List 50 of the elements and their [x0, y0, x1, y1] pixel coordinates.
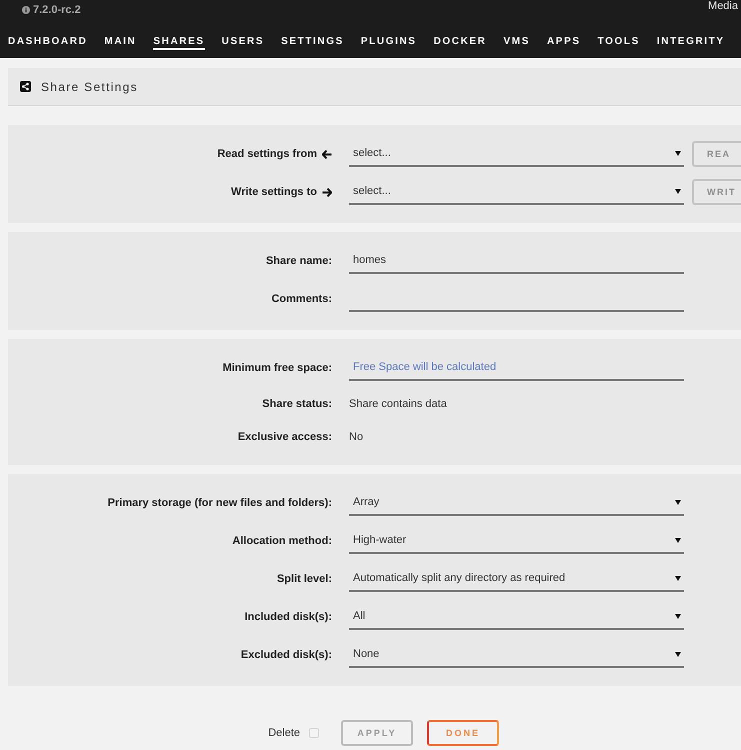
- dropdown-field[interactable]: None: [349, 642, 684, 668]
- dropdown-field[interactable]: select...: [349, 179, 684, 205]
- dropdown-field[interactable]: All: [349, 604, 684, 630]
- field-label: Excluded disk(s):: [240, 649, 332, 661]
- field-value: Share contains data: [349, 398, 447, 410]
- nav-tab[interactable]: MAIN: [104, 34, 136, 50]
- caret-icon: [675, 500, 681, 504]
- field-label: Exclusive access:: [238, 430, 332, 442]
- field-label: Split level:: [276, 573, 332, 585]
- nav-tab[interactable]: USERS: [222, 34, 264, 50]
- nav-tab[interactable]: APPS: [546, 34, 581, 50]
- nav-tab[interactable]: TOOLS: [598, 34, 640, 50]
- server-name: Media: [708, 0, 738, 12]
- caret-icon: [675, 150, 681, 156]
- field-label: Read settings from: [217, 148, 317, 160]
- caret-icon: [675, 538, 681, 542]
- nav-tab[interactable]: SHARES: [153, 34, 205, 50]
- field-label: Primary storage (for new files and folders):: [108, 497, 332, 509]
- field-value: No: [349, 430, 364, 442]
- nav-tab[interactable]: PLUGINS: [360, 34, 417, 50]
- delete-checkbox[interactable]: [309, 728, 319, 738]
- page-title: Share Settings: [41, 80, 138, 94]
- arrow-right-icon: [322, 188, 332, 196]
- arrow-left-icon: [322, 150, 332, 158]
- info-icon: [22, 6, 30, 14]
- delete-label: Delete: [268, 727, 300, 739]
- dropdown-field[interactable]: select...: [349, 141, 684, 167]
- field-label: Minimum free space:: [222, 362, 332, 374]
- dropdown-field[interactable]: High-water: [349, 528, 684, 554]
- nav-tab[interactable]: VMS: [504, 34, 530, 50]
- field-label: Allocation method:: [232, 535, 332, 547]
- nav-tab[interactable]: DOCKER: [434, 34, 486, 50]
- caret-icon: [675, 614, 681, 618]
- text-field[interactable]: Free Space will be calculated: [349, 355, 684, 381]
- caret-icon: [675, 652, 681, 656]
- caret-icon: [675, 576, 681, 580]
- dropdown-field[interactable]: Automatically split any directory as required: [349, 566, 684, 592]
- share-icon: [20, 81, 31, 92]
- text-field[interactable]: homes: [349, 248, 684, 274]
- caret-icon: [675, 188, 681, 194]
- dropdown-field[interactable]: Array: [349, 490, 684, 516]
- field-label: Included disk(s):: [244, 611, 332, 623]
- field-label: Share name:: [266, 255, 332, 267]
- nav-tab[interactable]: INTEGRITY: [656, 34, 725, 50]
- field-label: Comments:: [271, 293, 332, 305]
- nav-tab[interactable]: SETTINGS: [281, 34, 344, 50]
- field-label: Write settings to: [231, 186, 317, 198]
- field-label: Share status:: [262, 398, 332, 410]
- version-label: 7.2.0-rc.2: [33, 4, 81, 16]
- nav-tab[interactable]: DASHBOARD: [8, 34, 88, 50]
